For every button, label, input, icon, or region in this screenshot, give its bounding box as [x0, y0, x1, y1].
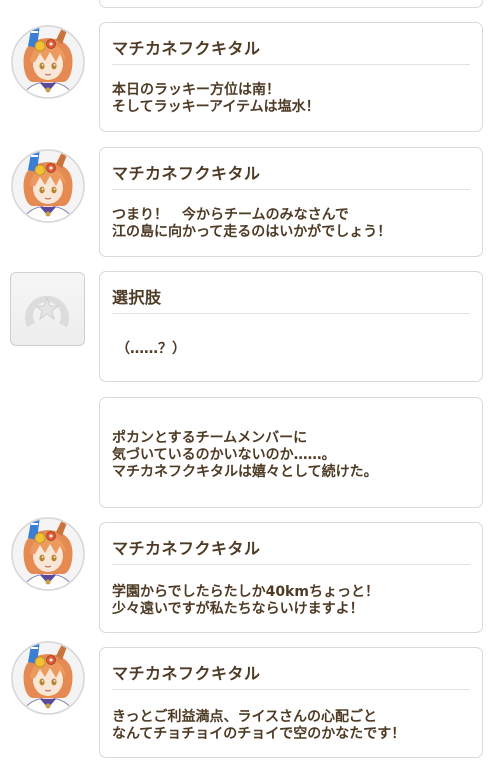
dialogue-text: つまり！ 今からチームのみなさんで 江の島に向かって走るのはいかがでしょう！	[112, 207, 392, 240]
choice-label: 選択肢	[112, 288, 162, 307]
choice-card[interactable]: 選択肢 （……？）	[99, 271, 483, 382]
dialogue-text: 本日のラッキー方位は南！ そしてラッキーアイテムは塩水！	[112, 82, 320, 115]
narration-text: ポカンとするチームメンバーに 気づいているのかいないのか……。 マチカネフクキタ…	[112, 430, 378, 480]
dialogue-card: マチカネフクキタル つまり！ 今からチームのみなさんで 江の島に向かって走るのは…	[99, 147, 483, 257]
divider	[112, 564, 470, 565]
speaker-name: マチカネフクキタル	[112, 164, 261, 183]
speaker-name: マチカネフクキタル	[112, 664, 261, 683]
narration-card: ポカンとするチームメンバーに 気づいているのかいないのか……。 マチカネフクキタ…	[99, 397, 483, 508]
divider	[112, 189, 470, 190]
speaker-name: マチカネフクキタル	[112, 539, 261, 558]
dialogue-text: 学園からでしたらたしか40kmちょっと！ 少々遠いですが私たちならいけますよ！	[112, 584, 379, 617]
choice-text: （……？）	[116, 341, 186, 357]
dialogue-card: マチカネフクキタル 本日のラッキー方位は南！ そしてラッキーアイテムは塩水！	[99, 22, 483, 132]
character-portrait-icon	[10, 640, 86, 716]
divider	[112, 689, 470, 690]
divider	[112, 313, 470, 314]
dialogue-card: マチカネフクキタル 学園からでしたらたしか40kmちょっと！ 少々遠いですが私た…	[99, 522, 483, 633]
dialogue-text: きっとご利益満点、ライスさんの心配ごと なんてチョチョイのチョイで空のかなたです…	[112, 709, 406, 742]
character-portrait-icon	[10, 24, 86, 100]
character-portrait-icon	[10, 148, 86, 224]
divider	[112, 64, 470, 65]
horseshoe-star-icon	[10, 272, 85, 346]
speaker-name: マチカネフクキタル	[112, 39, 261, 58]
character-portrait-icon	[10, 516, 86, 592]
dialogue-card: マチカネフクキタル きっとご利益満点、ライスさんの心配ごと なんてチョチョイのチ…	[99, 647, 483, 758]
previous-message-card	[99, 0, 483, 8]
